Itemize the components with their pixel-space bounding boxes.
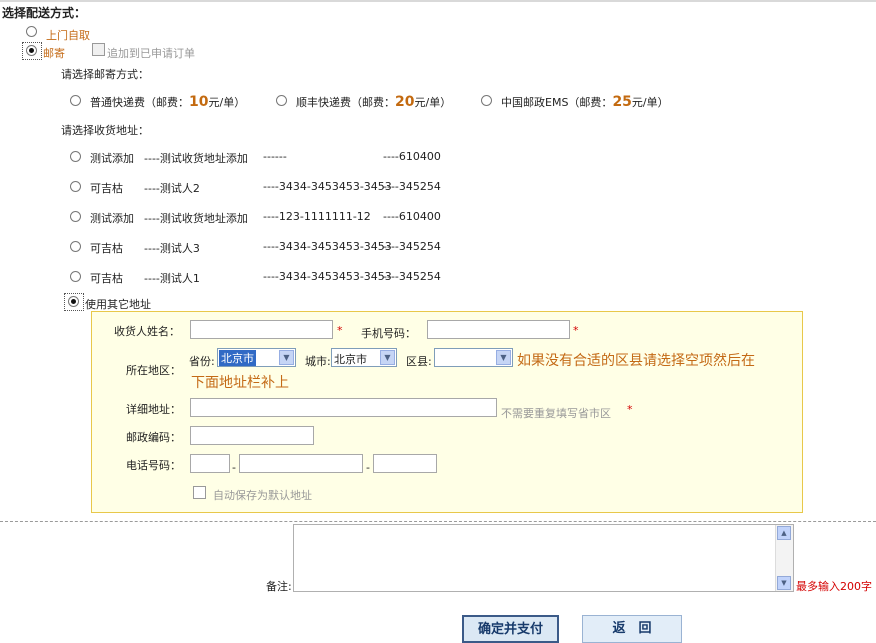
recipient-name-input[interactable]: [190, 320, 333, 339]
shipping-price: 10: [189, 94, 209, 110]
pickup-label[interactable]: 上门自取: [46, 27, 90, 43]
phone-label: 电话号码：: [126, 459, 181, 472]
address-phone: ----123-1111111-12: [263, 210, 371, 223]
append-order-label[interactable]: 追加到已申请订单: [107, 45, 195, 61]
section-divider: [0, 521, 876, 522]
phone-number-input[interactable]: [239, 454, 363, 473]
shipping-option-ems[interactable]: 中国邮政EMS（邮费：25元/单）: [501, 94, 669, 110]
address-zip: ----345254: [383, 180, 441, 193]
chevron-down-icon[interactable]: ▼: [496, 350, 511, 365]
phone-separator: -: [366, 461, 370, 474]
scroll-down-button[interactable]: ▼: [777, 576, 791, 590]
address-phone: ----3434-3453453-3453: [263, 180, 392, 193]
shipping-unit: 元/单）: [414, 96, 452, 109]
county-hint-line2: 下面地址栏补上: [191, 375, 289, 391]
address-recipient: ----测试人3: [144, 242, 200, 255]
county-hint-line1: 如果没有合适的区县请选择空项然后在: [517, 353, 755, 369]
mail-radio[interactable]: [26, 45, 37, 56]
mobile-label: 手机号码：: [361, 327, 416, 340]
address-phone: ----3434-3453453-3453: [263, 240, 392, 253]
shipping-radio-sf[interactable]: [276, 95, 287, 106]
phone-area-input[interactable]: [190, 454, 230, 473]
province-select[interactable]: 北京市 ▼: [217, 348, 296, 367]
province-label: 省份:: [189, 355, 215, 368]
mail-label[interactable]: 邮寄: [43, 45, 65, 61]
pickup-radio[interactable]: [26, 26, 37, 37]
detail-address-hint: 不需要重复填写省市区: [501, 407, 611, 420]
other-address-label[interactable]: 使用其它地址: [85, 296, 151, 312]
scrollbar[interactable]: ▲ ▼: [775, 525, 793, 591]
address-radio[interactable]: [70, 151, 81, 162]
shipping-price: 20: [395, 94, 415, 110]
chevron-down-icon[interactable]: ▼: [380, 350, 395, 365]
required-mark: *: [337, 324, 343, 337]
county-select[interactable]: ▼: [434, 348, 513, 367]
address-recipient: ----测试人1: [144, 272, 200, 285]
shipping-name: 顺丰快递费（邮费：: [296, 96, 395, 109]
confirm-pay-button[interactable]: 确定并支付: [462, 615, 559, 643]
section-title: 选择配送方式：: [2, 6, 87, 20]
address-radio[interactable]: [70, 211, 81, 222]
city-value: 北京市: [334, 353, 367, 366]
required-mark: *: [573, 324, 579, 337]
address-name: 测试添加: [90, 152, 134, 165]
address-zip: ----345254: [383, 240, 441, 253]
remark-limit-text: 最多输入200字: [796, 580, 872, 593]
recipient-name-label: 收货人姓名：: [114, 325, 180, 338]
zip-label: 邮政编码：: [126, 431, 181, 444]
shipping-radio-ems[interactable]: [481, 95, 492, 106]
address-zip: ----345254: [383, 270, 441, 283]
shipping-prompt: 请选择邮寄方式：: [61, 68, 149, 81]
shipping-name: 普通快递费（邮费：: [90, 96, 189, 109]
address-zip: ----610400: [383, 210, 441, 223]
save-default-checkbox[interactable]: [193, 486, 206, 499]
address-name: 测试添加: [90, 212, 134, 225]
shipping-unit: 元/单）: [208, 96, 246, 109]
county-label: 区县:: [406, 355, 432, 368]
remark-label: 备注:: [266, 580, 292, 593]
shipping-radio-normal[interactable]: [70, 95, 81, 106]
other-address-radio[interactable]: [68, 296, 79, 307]
append-order-checkbox[interactable]: [92, 43, 105, 56]
province-value: 北京市: [219, 350, 256, 366]
shipping-name: 中国邮政EMS（邮费：: [501, 96, 613, 109]
phone-ext-input[interactable]: [373, 454, 437, 473]
city-label: 城市:: [305, 355, 331, 368]
address-name: 可吉枯: [90, 272, 123, 285]
shipping-option-sf[interactable]: 顺丰快递费（邮费：20元/单）: [296, 94, 451, 110]
region-label: 所在地区：: [126, 364, 181, 377]
save-default-label[interactable]: 自动保存为默认地址: [213, 487, 312, 503]
top-divider: [0, 0, 876, 2]
shipping-price: 25: [612, 94, 632, 110]
address-phone: ------: [263, 150, 287, 163]
phone-separator: -: [232, 461, 236, 474]
back-button[interactable]: 返 回: [582, 615, 682, 643]
detail-address-label: 详细地址：: [126, 403, 181, 416]
shipping-option-normal[interactable]: 普通快递费（邮费：10元/单）: [90, 94, 245, 110]
detail-address-input[interactable]: [190, 398, 497, 417]
city-select[interactable]: 北京市 ▼: [331, 348, 397, 367]
address-zip: ----610400: [383, 150, 441, 163]
address-radio[interactable]: [70, 181, 81, 192]
address-radio[interactable]: [70, 241, 81, 252]
address-name: 可吉枯: [90, 242, 123, 255]
address-recipient: ----测试人2: [144, 182, 200, 195]
address-prompt: 请选择收货地址：: [61, 124, 149, 137]
address-name: 可吉枯: [90, 182, 123, 195]
scroll-up-button[interactable]: ▲: [777, 526, 791, 540]
remark-textarea[interactable]: ▲ ▼: [293, 524, 794, 592]
mobile-input[interactable]: [427, 320, 570, 339]
zip-input[interactable]: [190, 426, 314, 445]
required-mark: *: [627, 403, 633, 416]
address-recipient: ----测试收货地址添加: [144, 152, 248, 165]
address-phone: ----3434-3453453-3453: [263, 270, 392, 283]
chevron-down-icon[interactable]: ▼: [279, 350, 294, 365]
address-radio[interactable]: [70, 271, 81, 282]
shipping-unit: 元/单）: [631, 96, 669, 109]
address-recipient: ----测试收货地址添加: [144, 212, 248, 225]
